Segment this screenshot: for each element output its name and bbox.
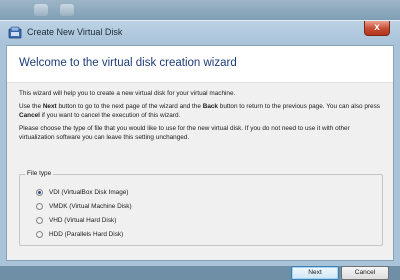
radio-button[interactable] [36,216,43,224]
background-tool-icon [34,4,48,16]
close-button[interactable]: x [364,21,390,36]
virtualbox-app-icon [8,26,22,39]
radio-button-checked[interactable] [36,188,43,196]
radio-option-vhd[interactable]: VHD (Virtual Hard Disk) [36,215,116,225]
radio-label: HDD (Parallels Hard Disk) [49,230,124,238]
wizard-description: This wizard will help you to create a ne… [19,90,387,147]
file-type-help-text: Please choose the type of file that you … [19,125,350,141]
background-tool-icon [60,4,74,16]
radio-label: VHD (Virtual Hard Disk) [49,216,117,224]
radio-button[interactable] [36,230,43,238]
navigation-help-text: Use the Next button to go to the next pa… [19,103,380,119]
radio-label: VMDK (Virtual Machine Disk) [49,202,132,210]
title-bar[interactable]: Create New Virtual Disk x [0,21,400,45]
radio-label: VDI (VirtualBox Disk Image) [49,188,129,196]
wizard-client-area: Welcome to the virtual disk creation wiz… [6,45,394,280]
cancel-button[interactable]: Cancel [341,266,389,280]
radio-button[interactable] [36,202,43,210]
wizard-header: Welcome to the virtual disk creation wiz… [7,46,393,83]
radio-option-vmdk[interactable]: VMDK (Virtual Machine Disk) [36,201,132,211]
file-type-group: File type VDI (VirtualBox Disk Image) VM… [19,170,383,246]
intro-text: This wizard will help you to create a ne… [19,90,236,97]
radio-option-vdi[interactable]: VDI (VirtualBox Disk Image) [36,187,128,197]
wizard-window: Create New Virtual Disk x Welcome to the… [0,20,400,280]
radio-option-hdd[interactable]: HDD (Parallels Hard Disk) [36,229,123,239]
background-toolbar [0,0,400,22]
file-type-legend: File type [25,170,54,177]
next-button[interactable]: Next [291,266,339,280]
window-title: Create New Virtual Disk [27,27,123,37]
page-title: Welcome to the virtual disk creation wiz… [19,57,237,69]
